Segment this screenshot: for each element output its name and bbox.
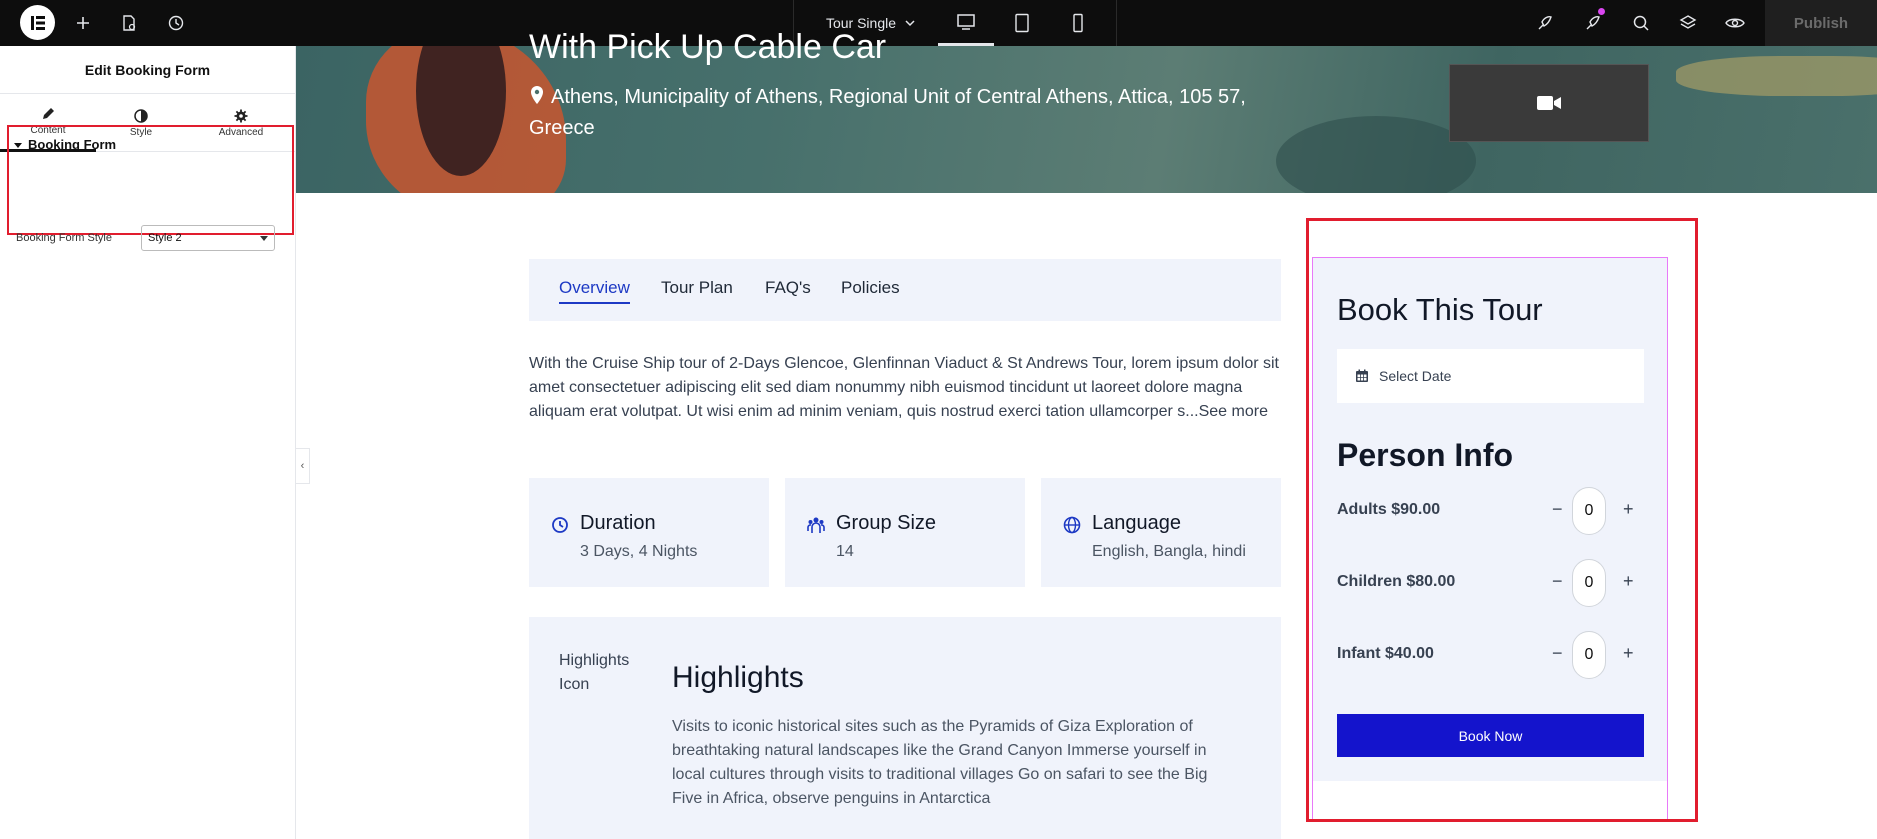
notification-dot <box>1598 8 1605 15</box>
section-title: Booking Form <box>28 137 117 152</box>
select-date-placeholder: Select Date <box>1379 368 1452 384</box>
elementor-logo-icon[interactable] <box>20 5 55 40</box>
tab-policies[interactable]: Policies <box>841 278 900 298</box>
preview-eye-icon[interactable] <box>1724 12 1746 34</box>
overview-body: With the Cruise Ship tour of 2-Days Glen… <box>529 355 1279 420</box>
tour-address: Athens, Municipality of Athens, Regional… <box>529 82 1289 144</box>
select-value: Style 2 <box>148 232 182 244</box>
info-title: Group Size <box>836 512 937 534</box>
quantity-input[interactable]: 0 <box>1572 631 1606 679</box>
chevron-down-icon <box>905 20 915 27</box>
page-settings-icon[interactable] <box>118 12 140 34</box>
chevron-left-icon: ‹ <box>300 460 305 472</box>
collapse-panel-button[interactable]: ‹ <box>296 448 310 484</box>
increment-button[interactable]: + <box>1623 499 1634 520</box>
tour-tabs: Overview Tour Plan FAQ's Policies <box>529 259 1281 321</box>
desktop-view-button[interactable] <box>938 0 994 46</box>
highlights-title: Highlights <box>672 661 804 694</box>
tab-tour-plan[interactable]: Tour Plan <box>661 278 733 298</box>
decrement-button[interactable]: − <box>1552 571 1563 592</box>
decrement-button[interactable]: − <box>1552 499 1563 520</box>
contrast-icon <box>134 108 148 123</box>
quantity-input[interactable]: 0 <box>1572 559 1606 607</box>
quantity-input[interactable]: 0 <box>1572 487 1606 535</box>
booking-form-style-select[interactable]: Style 2 <box>141 225 275 251</box>
mobile-view-button[interactable] <box>1050 0 1106 46</box>
gear-icon <box>234 109 248 122</box>
desktop-icon <box>957 13 975 30</box>
tour-title: With Pick Up Cable Car <box>529 28 887 66</box>
mobile-icon <box>1073 13 1083 33</box>
person-row-children: Children $80.00 − 0 + <box>1337 559 1644 607</box>
hero-image-shape <box>1676 56 1877 96</box>
person-row-infant: Infant $40.00 − 0 + <box>1337 631 1644 679</box>
person-row-adults: Adults $90.00 − 0 + <box>1337 487 1644 535</box>
book-now-button[interactable]: Book Now <box>1337 714 1644 757</box>
booking-title: Book This Tour <box>1337 292 1543 327</box>
tablet-icon <box>1015 13 1029 33</box>
add-element-icon[interactable] <box>72 12 94 34</box>
history-icon <box>552 517 568 533</box>
person-label: Adults $90.00 <box>1337 501 1441 518</box>
video-button[interactable] <box>1449 64 1649 142</box>
info-card-language: Language English, Bangla, hindi <box>1041 478 1281 587</box>
layers-icon[interactable] <box>1677 12 1699 34</box>
search-icon[interactable] <box>1630 12 1652 34</box>
decrement-button[interactable]: − <box>1552 643 1563 664</box>
publish-button[interactable]: Publish <box>1765 0 1877 46</box>
info-card-group-size: Group Size 14 <box>785 478 1025 587</box>
person-label: Infant $40.00 <box>1337 645 1434 662</box>
increment-button[interactable]: + <box>1623 571 1634 592</box>
select-caret-icon <box>260 236 268 241</box>
tab-overview[interactable]: Overview <box>559 278 630 304</box>
hero-image-shape <box>1276 116 1476 193</box>
top-bar: Tour Single Publish <box>0 0 1877 46</box>
notifications-icon[interactable] <box>1582 12 1604 34</box>
pencil-icon <box>43 108 54 119</box>
select-date-field[interactable]: Select Date <box>1337 349 1644 403</box>
highlights-icon-placeholder: Highlights Icon <box>559 652 630 693</box>
caret-down-icon <box>14 142 22 148</box>
overview-text: With the Cruise Ship tour of 2-Days Glen… <box>529 352 1281 424</box>
tablet-view-button[interactable] <box>994 0 1050 46</box>
highlights-text: Visits to iconic historical sites such a… <box>672 718 1208 807</box>
history-icon[interactable] <box>165 12 187 34</box>
info-title: Language <box>1092 512 1181 534</box>
info-value: English, Bangla, hindi <box>1092 543 1246 560</box>
tab-faqs[interactable]: FAQ's <box>765 278 811 298</box>
person-label: Children $80.00 <box>1337 573 1456 590</box>
globe-icon <box>1063 516 1081 534</box>
info-value: 3 Days, 4 Nights <box>580 543 698 560</box>
panel-title: Edit Booking Form <box>0 46 295 94</box>
site-settings-icon[interactable] <box>1534 12 1556 34</box>
booking-form-section-toggle[interactable]: Booking Form <box>14 137 116 152</box>
tour-address-text: Athens, Municipality of Athens, Regional… <box>529 86 1246 139</box>
map-pin-icon <box>531 86 543 104</box>
info-title: Duration <box>580 512 656 534</box>
see-more-link[interactable]: See more <box>1199 403 1268 420</box>
video-camera-icon <box>1537 96 1561 110</box>
info-value: 14 <box>836 543 854 560</box>
highlights-section: Highlights Icon Highlights Visits to ico… <box>529 617 1281 839</box>
person-info-title: Person Info <box>1337 437 1514 473</box>
booking-form-style-label: Booking Form Style <box>16 232 112 244</box>
group-icon <box>807 517 825 533</box>
info-card-duration: Duration 3 Days, 4 Nights <box>529 478 769 587</box>
calendar-icon <box>1356 369 1368 382</box>
increment-button[interactable]: + <box>1623 643 1634 664</box>
